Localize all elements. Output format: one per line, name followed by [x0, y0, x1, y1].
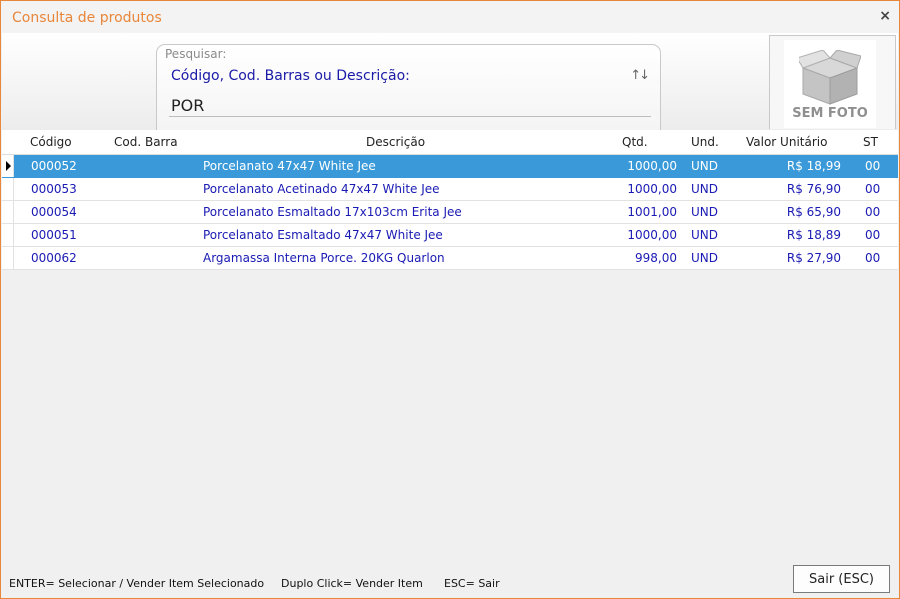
close-icon[interactable]: ×: [879, 8, 891, 24]
cell-und: UND: [691, 182, 718, 196]
cell-qtd: 1000,00: [627, 159, 677, 173]
cell-qtd: 998,00: [635, 251, 677, 265]
cell-codigo: 000054: [31, 205, 77, 219]
column-header-cod-barra[interactable]: Cod. Barra: [114, 135, 178, 149]
help-esc-text: ESC= Sair: [444, 577, 500, 590]
cell-und: UND: [691, 159, 718, 173]
column-header-codigo[interactable]: Código: [30, 135, 72, 149]
cell-descricao: Porcelanato Acetinado 47x47 White Jee: [203, 182, 440, 196]
column-header-descricao[interactable]: Descrição: [366, 135, 425, 149]
cell-st: 00: [865, 205, 881, 219]
help-enter-text: ENTER= Selecionar / Vender Item Selecion…: [9, 577, 265, 590]
cell-descricao: Porcelanato Esmaltado 17x103cm Erita Jee: [203, 205, 462, 219]
search-caption: Pesquisar:: [165, 47, 227, 61]
grid-rows: 000052 Porcelanato 47x47 White Jee 1000,…: [2, 155, 898, 270]
table-row[interactable]: 000062 Argamassa Interna Porce. 20KG Qua…: [2, 247, 898, 270]
current-row-pointer-icon: [6, 161, 11, 171]
column-header-valor-unitario[interactable]: Valor Unitário: [746, 135, 827, 149]
table-row[interactable]: 000054 Porcelanato Esmaltado 17x103cm Er…: [2, 201, 898, 224]
cell-qtd: 1000,00: [627, 228, 677, 242]
search-box: Pesquisar: Código, Cod. Barras ou Descri…: [156, 44, 661, 131]
cell-qtd: 1001,00: [627, 205, 677, 219]
product-photo: SEM FOTO: [784, 40, 876, 128]
cell-und: UND: [691, 251, 718, 265]
cell-st: 00: [865, 228, 881, 242]
cell-und: UND: [691, 205, 718, 219]
row-header[interactable]: [2, 247, 14, 269]
cell-codigo: 000062: [31, 251, 77, 265]
cell-descricao: Argamassa Interna Porce. 20KG Quarlon: [203, 251, 445, 265]
column-header-qtd[interactable]: Qtd.: [622, 135, 648, 149]
search-hint-label: Código, Cod. Barras ou Descrição:: [171, 68, 410, 84]
box-icon: [799, 50, 861, 105]
table-row[interactable]: 000052 Porcelanato 47x47 White Jee 1000,…: [2, 155, 898, 178]
cell-st: 00: [865, 251, 881, 265]
cell-descricao: Porcelanato Esmaltado 47x47 White Jee: [203, 228, 443, 242]
row-header[interactable]: [2, 155, 14, 177]
cell-valor-unitario: R$ 18,89: [786, 228, 841, 242]
table-row[interactable]: 000051 Porcelanato Esmaltado 47x47 White…: [2, 224, 898, 247]
products-grid: Código Cod. Barra Descrição Qtd. Und. Va…: [2, 130, 898, 550]
search-area: Pesquisar: Código, Cod. Barras ou Descri…: [2, 33, 898, 131]
grid-header: Código Cod. Barra Descrição Qtd. Und. Va…: [2, 130, 898, 155]
cell-codigo: 000051: [31, 228, 77, 242]
cell-st: 00: [865, 159, 881, 173]
cell-valor-unitario: R$ 65,90: [786, 205, 841, 219]
cell-st: 00: [865, 182, 881, 196]
cell-codigo: 000053: [31, 182, 77, 196]
sort-toggle-icon[interactable]: ↑↓: [630, 68, 650, 83]
row-header[interactable]: [2, 224, 14, 246]
row-header[interactable]: [2, 201, 14, 223]
cell-codigo: 000052: [31, 159, 77, 173]
cell-valor-unitario: R$ 27,90: [786, 251, 841, 265]
row-header[interactable]: [2, 178, 14, 200]
cell-qtd: 1000,00: [627, 182, 677, 196]
cell-und: UND: [691, 228, 718, 242]
exit-button[interactable]: Sair (ESC): [793, 565, 890, 593]
cell-valor-unitario: R$ 76,90: [786, 182, 841, 196]
product-search-window: Consulta de produtos × Pesquisar: Código…: [0, 0, 900, 599]
window-title: Consulta de produtos: [12, 10, 162, 26]
table-row[interactable]: 000053 Porcelanato Acetinado 47x47 White…: [2, 178, 898, 201]
cell-valor-unitario: R$ 18,99: [786, 159, 841, 173]
title-bar: Consulta de produtos ×: [1, 1, 899, 33]
cell-descricao: Porcelanato 47x47 White Jee: [203, 159, 376, 173]
column-header-st[interactable]: ST: [863, 135, 878, 149]
product-photo-panel: SEM FOTO: [769, 35, 896, 129]
help-double-click-text: Duplo Click= Vender Item: [281, 577, 423, 590]
search-input[interactable]: [169, 94, 651, 117]
column-header-und[interactable]: Und.: [691, 135, 719, 149]
no-photo-label: SEM FOTO: [792, 106, 868, 121]
